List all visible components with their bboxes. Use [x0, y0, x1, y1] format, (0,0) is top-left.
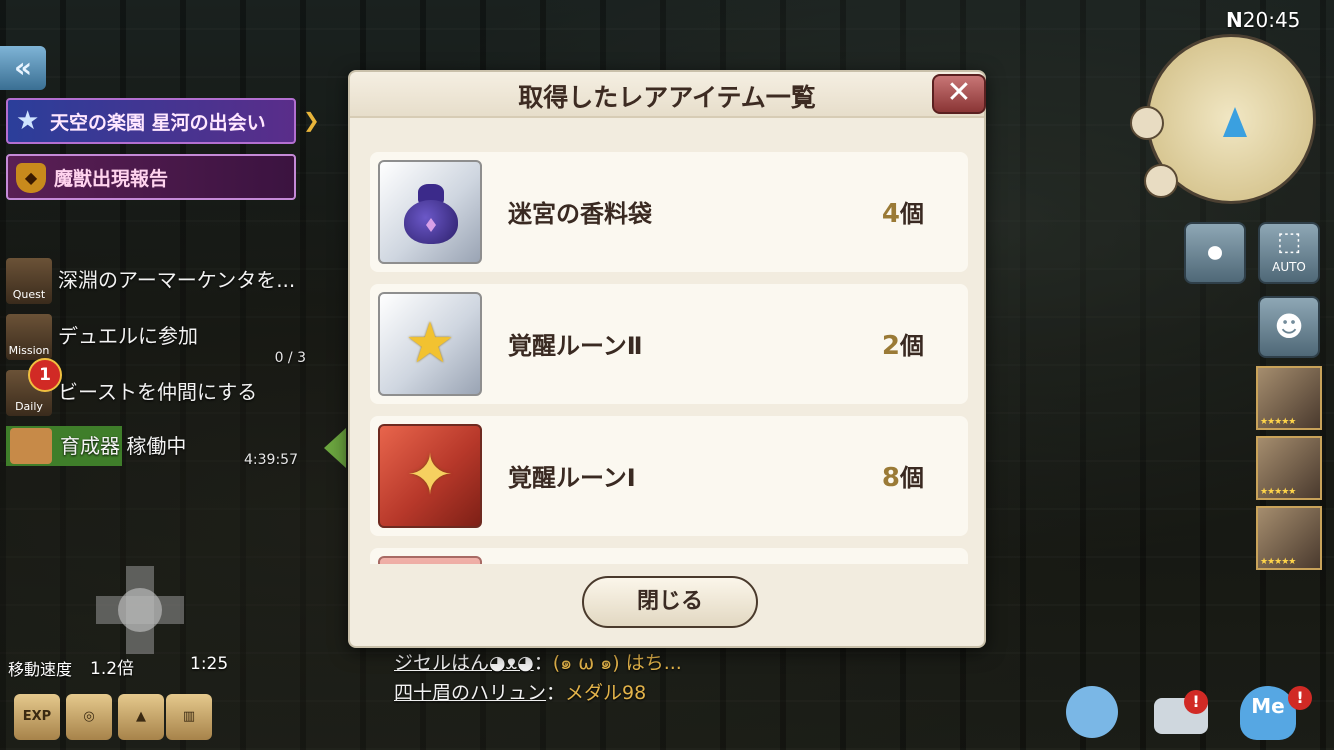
cage-icon[interactable]: ▥: [166, 694, 212, 740]
mission-progress: 0 / 3: [274, 350, 306, 366]
mission-task[interactable]: Mission デュエルに参加 0 / 3: [4, 312, 324, 366]
raiser-status: 育成器 稼働中: [60, 434, 187, 458]
item-quantity: 4個: [881, 199, 924, 229]
quest-task[interactable]: Quest 深淵のアーマーケンタを...: [4, 256, 324, 306]
clock: N20:45: [1226, 8, 1301, 32]
rare-items-dialog: 取得したレアアイテム一覧 ✕ 迷宮の香料袋 4個 ★ 覚醒ルーンⅡ 2個 ✦ 覚…: [348, 70, 986, 648]
back-button[interactable]: «: [0, 46, 46, 90]
party-member-portrait[interactable]: ★★★★★: [1256, 436, 1322, 500]
party-member-portrait[interactable]: ★★★★★: [1256, 366, 1322, 430]
camera-button[interactable]: ⏺: [1184, 222, 1246, 284]
alert-icon: !: [1184, 690, 1208, 714]
close-dialog-button[interactable]: 閉じる: [582, 576, 758, 628]
item-quantity: 2個: [881, 331, 924, 361]
star-icon: ★: [16, 106, 40, 136]
quest-icon: Quest: [6, 258, 52, 304]
emote-icon[interactable]: [1066, 686, 1126, 742]
item-thumbnail: [378, 556, 482, 564]
raiser-timer: 4:39:57: [244, 452, 298, 468]
event-banner-label: 天空の楽園 星河の出会い: [50, 112, 266, 134]
mission-task-label: デュエルに参加: [58, 324, 198, 348]
chat-icon[interactable]: !: [1154, 686, 1214, 742]
list-item[interactable]: ★ 覚醒ルーンⅡ 2個: [370, 284, 968, 404]
dialog-header: 取得したレアアイテム一覧: [350, 72, 984, 118]
quest-task-label: 深淵のアーマーケンタを...: [58, 268, 296, 292]
daily-notification-badge: 1: [28, 358, 62, 392]
double-chevron-left-icon: «: [13, 51, 33, 84]
side-panel-toggle[interactable]: [324, 428, 346, 468]
mission-icon: Mission: [6, 314, 52, 360]
move-speed-indicator: 移動速度 1.2倍 1:25: [8, 654, 229, 679]
item-name: 覚醒ルーンⅠ: [508, 464, 636, 492]
party-member-portrait[interactable]: ★★★★★: [1256, 506, 1322, 570]
chat-line: 四十眉のハリュン：メダル98: [394, 682, 647, 704]
monster-report-banner[interactable]: ◆ 魔獣出現報告: [6, 154, 296, 200]
gold-star-icon: ★: [404, 311, 456, 376]
chat-message: メダル98: [565, 682, 647, 704]
chevron-right-icon[interactable]: ❯: [303, 108, 320, 132]
chat-username[interactable]: 四十眉のハリュン: [394, 682, 546, 704]
virtual-dpad[interactable]: [96, 566, 184, 654]
daily-task-label: ビーストを仲間にする: [58, 380, 258, 404]
report-banner-label: 魔獣出現報告: [54, 168, 169, 190]
item-thumbnail: [378, 160, 482, 264]
dialog-title: 取得したレアアイテム一覧: [518, 83, 816, 112]
gold-star-icon: ✦: [406, 443, 454, 508]
video-camera-icon: ⏺: [1207, 235, 1223, 270]
auto-button[interactable]: ⬚ AUTO: [1258, 222, 1320, 284]
player-marker-icon: [1223, 107, 1247, 137]
chat-message: (๑ ω ๑) はち...: [552, 652, 682, 674]
map-toggle-icon[interactable]: [1130, 106, 1164, 140]
item-name: 覚醒ルーンⅡ: [508, 332, 643, 360]
close-button[interactable]: ✕: [932, 74, 986, 114]
raiser-icon: [10, 428, 52, 464]
boot-icon[interactable]: ▲: [118, 694, 164, 740]
auto-icon: ⬚: [1276, 227, 1302, 257]
compass-north: N: [1226, 8, 1243, 32]
item-name: 迷宮の香料袋: [508, 200, 652, 228]
party-button[interactable]: ☻☻: [1258, 296, 1320, 401]
list-item[interactable]: [370, 548, 968, 564]
beast-icon: ◆: [16, 163, 46, 193]
exp-boost-icon[interactable]: EXP: [14, 694, 60, 740]
close-icon: ✕: [946, 75, 972, 110]
chat-line: ジセルはん◕ᴥ◕：(๑ ω ๑) はち...: [394, 652, 682, 674]
event-banner[interactable]: ★ 天空の楽園 星河の出会い: [6, 98, 296, 144]
medal-icon[interactable]: ◎: [66, 694, 112, 740]
pouch-icon: [404, 182, 458, 244]
item-thumbnail: ✦: [378, 424, 482, 528]
item-quantity: 8個: [881, 463, 924, 493]
chat-log: ジセルはん◕ᴥ◕：(๑ ω ๑) はち... 四十眉のハリュン：メダル98: [394, 648, 682, 708]
chat-username[interactable]: ジセルはん◕ᴥ◕: [394, 652, 534, 674]
item-thumbnail: ★: [378, 292, 482, 396]
alert-icon: !: [1288, 686, 1312, 710]
item-list[interactable]: 迷宮の香料袋 4個 ★ 覚醒ルーンⅡ 2個 ✦ 覚醒ルーンⅠ 8個: [370, 152, 970, 564]
face-icon[interactable]: [1144, 164, 1178, 198]
list-item[interactable]: ✦ 覚醒ルーンⅠ 8個: [370, 416, 968, 536]
list-item[interactable]: 迷宮の香料袋 4個: [370, 152, 968, 272]
me-icon[interactable]: Me!: [1240, 686, 1312, 742]
